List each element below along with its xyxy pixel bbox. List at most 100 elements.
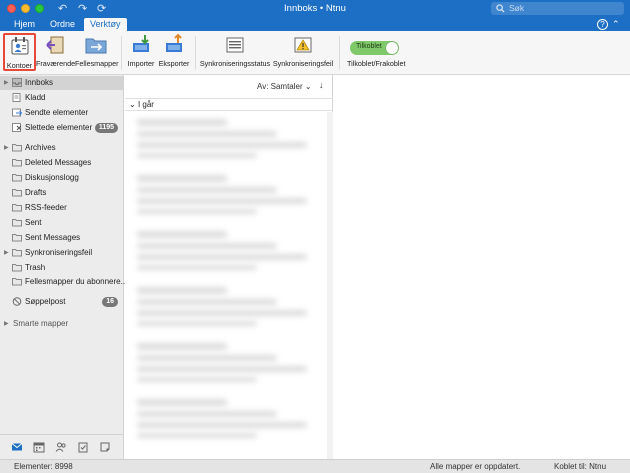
blurred-message-text: [137, 287, 227, 294]
blurred-message-text: [137, 209, 257, 214]
folder-icon: [12, 233, 22, 242]
folder-icon: [12, 188, 22, 197]
blurred-message-text: [137, 422, 307, 428]
junk-icon: [12, 297, 22, 306]
inbox-icon: [12, 78, 22, 87]
accounts-label: Kontoer: [6, 61, 33, 70]
folder-icon: [12, 277, 22, 286]
sync-status-button[interactable]: Synkroniseringsstatus: [199, 33, 271, 68]
unread-count-badge: 1195: [94, 123, 118, 133]
sync-status-icon: [199, 33, 271, 59]
import-icon: [126, 33, 156, 59]
folder-icon: [12, 218, 22, 227]
module-switcher: [0, 434, 124, 459]
message-row[interactable]: [125, 225, 331, 281]
status-bar: Elementer: 8998 Alle mapper er oppdatert…: [0, 459, 630, 473]
tab-ordne[interactable]: Ordne: [44, 18, 81, 31]
sync-errors-button[interactable]: Synkroniseringsfeil: [272, 33, 334, 68]
online-offline-toggle[interactable]: Tilkoblet: [350, 41, 399, 55]
disclosure-triangle-icon[interactable]: ▶: [4, 141, 9, 155]
export-icon: [157, 33, 191, 59]
blurred-message-text: [137, 175, 227, 182]
folder-item[interactable]: Søppelpost 16: [0, 295, 123, 309]
unread-count-badge: 16: [102, 297, 118, 307]
sync-errors-label: Synkroniseringsfeil: [272, 59, 334, 68]
draft-icon: [12, 93, 22, 102]
blurred-message-text: [137, 131, 277, 137]
blurred-message-text: [137, 343, 227, 350]
folder-name: Fellesmapper du abonnere...: [25, 277, 128, 286]
search-input[interactable]: Søk: [491, 2, 624, 15]
out-of-office-button[interactable]: Fraværende: [36, 33, 75, 68]
sort-direction-icon[interactable]: ↓: [319, 80, 324, 90]
message-row[interactable]: [125, 393, 331, 449]
blurred-message-text: [137, 254, 307, 260]
group-header[interactable]: ⌄ I går: [125, 98, 333, 111]
smart-folders-header[interactable]: ▶ Smarte mapper: [0, 317, 123, 331]
message-row[interactable]: [125, 169, 331, 225]
folder-item[interactable]: Sent Messages: [0, 231, 123, 245]
sort-label: Av: Samtaler: [257, 82, 303, 91]
group-header-label: I går: [137, 100, 154, 109]
ribbon-separator: [339, 36, 340, 70]
title-bar: ↶ ↷ ⟳ Innboks • Ntnu Søk: [0, 0, 630, 18]
blurred-message-text: [137, 231, 227, 238]
folder-item[interactable]: Diskusjonslogg: [0, 171, 123, 185]
toggle-knob: [386, 42, 398, 54]
blurred-message-text: [137, 321, 257, 326]
scrollbar[interactable]: [327, 112, 333, 459]
notes-icon[interactable]: [99, 441, 111, 453]
accounts-button[interactable]: Kontoer: [3, 33, 36, 71]
import-button[interactable]: Importer: [126, 33, 156, 68]
message-row[interactable]: [125, 113, 331, 169]
folder-name: Trash: [25, 263, 46, 272]
people-icon[interactable]: [55, 441, 67, 453]
folder-name: Kladd: [25, 93, 46, 102]
message-row[interactable]: [125, 281, 331, 337]
folder-item[interactable]: ▶ Innboks: [0, 76, 123, 90]
disclosure-triangle-icon[interactable]: ▶: [4, 317, 9, 331]
folder-item[interactable]: Trash: [0, 261, 123, 275]
folder-item[interactable]: ▶ Synkroniseringsfeil: [0, 246, 123, 260]
ribbon: Kontoer Fraværende Fellesmapper Importer…: [0, 31, 630, 75]
folder-item[interactable]: Kladd: [0, 91, 123, 105]
export-button[interactable]: Eksporter: [157, 33, 191, 68]
tab-verktoy[interactable]: Verktøy: [84, 18, 127, 31]
accounts-icon: [5, 35, 34, 61]
public-folders-button[interactable]: Fellesmapper: [75, 33, 119, 68]
folder-item[interactable]: Fellesmapper du abonnere...: [0, 275, 127, 289]
search-icon: [496, 4, 505, 13]
folder-item[interactable]: Sent: [0, 216, 123, 230]
blurred-message-text: [137, 411, 277, 417]
collapse-ribbon-icon[interactable]: ⌃: [612, 18, 620, 31]
trash-icon: [12, 123, 22, 132]
help-icon[interactable]: ?: [597, 19, 608, 30]
mail-icon[interactable]: [11, 441, 23, 453]
disclosure-triangle-icon[interactable]: ▶: [4, 76, 9, 90]
blurred-message-text: [137, 377, 257, 382]
folder-item[interactable]: Drafts: [0, 186, 123, 200]
folder-item[interactable]: ▶ Archives: [0, 141, 123, 155]
folder-name: Innboks: [25, 78, 54, 87]
folder-item[interactable]: Deleted Messages: [0, 156, 123, 170]
blurred-message-text: [137, 119, 227, 126]
ribbon-separator: [195, 36, 196, 70]
folder-name: RSS-feeder: [25, 203, 67, 212]
sync-status-label: Synkroniseringsstatus: [199, 59, 271, 68]
folder-icon: [12, 248, 22, 257]
tasks-icon[interactable]: [77, 441, 89, 453]
public-folders-label: Fellesmapper: [75, 59, 119, 68]
disclosure-triangle-icon[interactable]: ▶: [4, 246, 9, 260]
folder-name: Søppelpost: [25, 297, 66, 306]
sort-dropdown[interactable]: Av: Samtaler ⌄: [257, 82, 312, 91]
blurred-message-text: [137, 142, 307, 148]
message-row[interactable]: [125, 337, 331, 393]
folder-name: Diskusjonslogg: [25, 173, 79, 182]
blurred-message-text: [137, 366, 307, 372]
tab-hjem[interactable]: Hjem: [8, 18, 41, 31]
folder-item[interactable]: RSS-feeder: [0, 201, 123, 215]
folder-item[interactable]: Slettede elementer 1195: [0, 121, 123, 135]
folder-item[interactable]: Sendte elementer: [0, 106, 123, 120]
folder-icon: [12, 263, 22, 272]
calendar-icon[interactable]: [33, 441, 45, 453]
